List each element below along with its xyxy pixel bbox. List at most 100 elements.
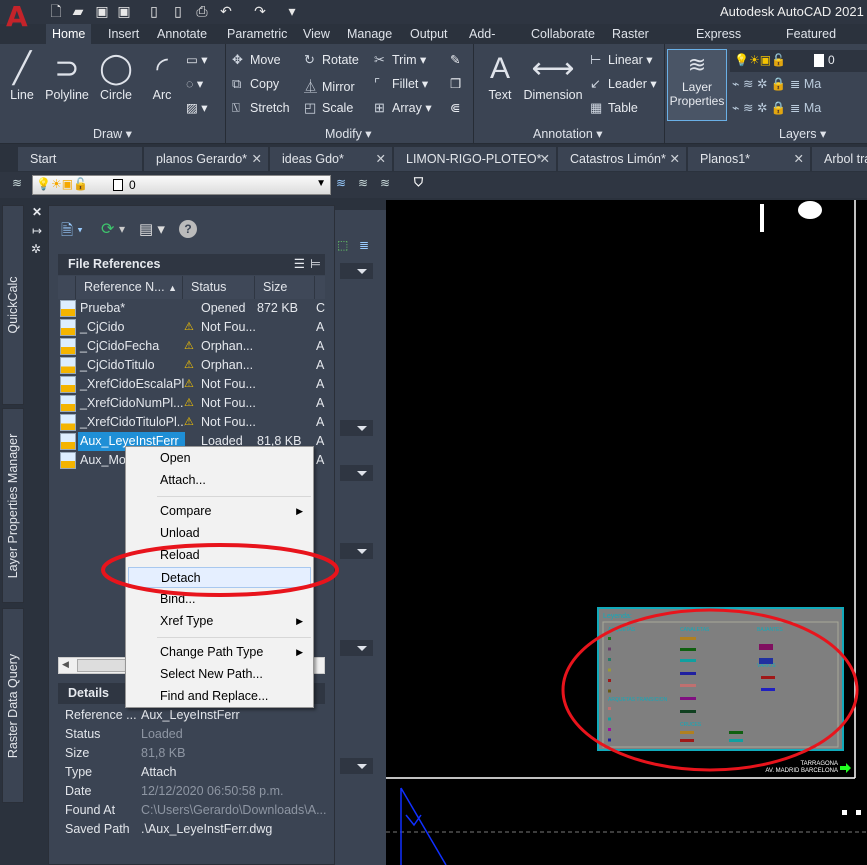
annotation-panel-label[interactable]: Annotation ▾ (533, 126, 603, 141)
scroll-left-icon[interactable]: ◀ (62, 659, 69, 670)
dimension-button[interactable]: ⟷ Dimension (522, 50, 584, 102)
modify-panel-label[interactable]: Modify ▾ (325, 126, 372, 141)
autocad-logo[interactable]: A (6, 2, 28, 32)
layers-panel-label[interactable]: Layers ▾ (779, 126, 826, 141)
tab-featured-apps[interactable]: Featured Apps (780, 24, 842, 61)
close-icon[interactable]: ✕ (32, 205, 42, 219)
section-collapse[interactable] (340, 640, 373, 656)
customize-qat-icon[interactable]: ▾ (284, 3, 300, 19)
help-icon[interactable]: ⛉ (414, 175, 423, 190)
tab-collaborate[interactable]: Collaborate (525, 24, 601, 44)
close-icon[interactable]: ✕ (376, 147, 386, 171)
erase-icon[interactable]: ✎ (450, 52, 460, 67)
select-objects-icon[interactable]: ⬚ (337, 238, 348, 252)
doc-tab-start[interactable]: Start (18, 147, 142, 171)
layer-state-icon[interactable]: ≋ (380, 176, 390, 190)
list-view-icon[interactable]: ☰ (294, 254, 305, 275)
redo-icon[interactable]: ↷ (252, 3, 268, 19)
side-tab-layer-properties-manager[interactable]: Layer Properties Manager (2, 408, 24, 603)
chevron-down-icon[interactable]: ▾ (119, 222, 125, 236)
properties-icon[interactable]: ✲ (31, 242, 41, 256)
refresh-icon[interactable]: ⟳ (101, 219, 114, 239)
help-icon[interactable]: ? (179, 220, 197, 238)
layer-dropdown[interactable]: 💡☀▣🔓 0 ▼ (32, 175, 331, 195)
text-button[interactable]: A Text (482, 50, 518, 102)
layer-control[interactable]: 💡☀▣🔓 0 (730, 50, 867, 72)
section-collapse[interactable] (340, 263, 373, 279)
menu-item-reload[interactable]: Reload (128, 545, 311, 566)
tab-insert[interactable]: Insert (102, 24, 145, 44)
table-row[interactable]: Prueba* Opened 872 KB C (58, 299, 325, 318)
close-icon[interactable]: ✕ (670, 147, 680, 171)
close-icon[interactable]: ✕ (540, 147, 550, 171)
tab-parametric[interactable]: Parametric (221, 24, 293, 44)
leader-button[interactable]: ↙ Leader ▾ (590, 76, 657, 92)
close-icon[interactable]: ✕ (252, 147, 262, 171)
layer-previous-icon[interactable]: ≋ (358, 176, 368, 190)
circle-button[interactable]: ◯ Circle (96, 50, 136, 102)
tab-raster-tools[interactable]: Raster Tools (606, 24, 655, 61)
make-current-icon[interactable]: ≋ (336, 176, 346, 190)
column-status[interactable]: Status (183, 276, 255, 299)
tab-view[interactable]: View (297, 24, 336, 44)
table-row[interactable]: _XrefCidoNumPl... ⚠ Not Fou... A (58, 394, 325, 413)
close-icon[interactable]: ✕ (794, 147, 804, 171)
tab-annotate[interactable]: Annotate (151, 24, 213, 44)
menu-item-bind[interactable]: Bind... (128, 589, 311, 610)
doc-tab[interactable]: LIMON-RIGO-PLOTEO* ✕ (394, 147, 556, 171)
save-web-icon[interactable]: ▯ (170, 3, 186, 19)
linear-button[interactable]: ⊢ Linear ▾ (590, 52, 653, 68)
quick-select-icon[interactable]: ≣ (359, 238, 369, 252)
explode-icon[interactable]: ❒ (450, 76, 461, 91)
doc-tab[interactable]: ideas Gdo* ✕ (270, 147, 392, 171)
doc-tab[interactable]: Catastros Limón* ✕ (558, 147, 686, 171)
offset-icon[interactable]: ⋐ (450, 100, 460, 115)
menu-item-change-path-type[interactable]: Change Path Type ▶ (128, 642, 311, 663)
section-collapse[interactable] (340, 758, 373, 774)
save-as-icon[interactable]: ▣ (116, 3, 132, 19)
menu-item-xref-type[interactable]: Xref Type ▶ (128, 611, 311, 632)
layer-properties-icon[interactable]: ≋ (12, 176, 22, 190)
doc-tab[interactable]: Arbol tra (812, 147, 867, 171)
section-collapse[interactable] (340, 543, 373, 559)
fillet-button[interactable]: ⌜ Fillet ▾ (374, 76, 428, 92)
menu-item-attach[interactable]: Attach... (128, 470, 311, 491)
table-row[interactable]: _CjCidoFecha ⚠ Orphan... A (58, 337, 325, 356)
arc-button[interactable]: ◜ Arc (142, 50, 182, 102)
table-button[interactable]: ▦ Table (590, 100, 638, 116)
section-collapse[interactable] (340, 420, 373, 436)
menu-item-unload[interactable]: Unload (128, 523, 311, 544)
column-size[interactable]: Size (255, 276, 315, 299)
table-row[interactable]: _XrefCidoTituloPl... ⚠ Not Fou... A (58, 413, 325, 432)
table-row[interactable]: _CjCidoTitulo ⚠ Orphan... A (58, 356, 325, 375)
polyline-button[interactable]: ⊃ Polyline (42, 50, 92, 102)
auto-hide-icon[interactable]: ↦ (32, 224, 42, 238)
menu-item-compare[interactable]: Compare ▶ (128, 501, 311, 522)
menu-item-find-and-replace[interactable]: Find and Replace... (128, 686, 311, 707)
scale-button[interactable]: ◰ Scale (304, 100, 353, 116)
doc-tab[interactable]: Planos1* ✕ (688, 147, 810, 171)
menu-item-detach[interactable]: Detach (128, 567, 311, 588)
ellipse-icon[interactable]: ◌ ▾ (186, 76, 203, 91)
menu-item-select-new-path[interactable]: Select New Path... (128, 664, 311, 685)
layer-tools-row1[interactable]: ⌁ ≋ ✲ 🔒 ≣ Ma (732, 76, 821, 92)
rectangle-icon[interactable]: ▭ ▾ (186, 52, 208, 67)
side-tab-quickcalc[interactable]: QuickCalc (2, 205, 24, 405)
open-web-icon[interactable]: ▯ (146, 3, 162, 19)
change-path-icon[interactable]: ▤ ▾ (139, 220, 165, 238)
copy-button[interactable]: ⧉ Copy (232, 76, 279, 92)
plot-icon[interactable]: ⎙ (194, 3, 210, 19)
table-row[interactable]: _XrefCidoEscalaPl... ⚠ Not Fou... A (58, 375, 325, 394)
rotate-button[interactable]: ↻ Rotate (304, 52, 359, 68)
hatch-icon[interactable]: ▨ ▾ (186, 100, 208, 115)
tab-home[interactable]: Home (46, 24, 92, 44)
side-tab-raster-data-query[interactable]: Raster Data Query (2, 608, 24, 803)
trim-button[interactable]: ✂ Trim ▾ (374, 52, 426, 68)
table-row[interactable]: _CjCido ⚠ Not Fou... A (58, 318, 325, 337)
section-collapse[interactable] (340, 465, 373, 481)
menu-item-open[interactable]: Open (128, 448, 311, 469)
layer-properties-button[interactable]: ≋ Layer Properties (667, 49, 727, 121)
move-button[interactable]: ✥ Move (232, 52, 281, 68)
open-icon[interactable]: ▰ (70, 3, 86, 19)
drawing-canvas[interactable]: Leyenda: ARQUETAS CANALETAS BAJANTES VAR… (386, 200, 867, 865)
